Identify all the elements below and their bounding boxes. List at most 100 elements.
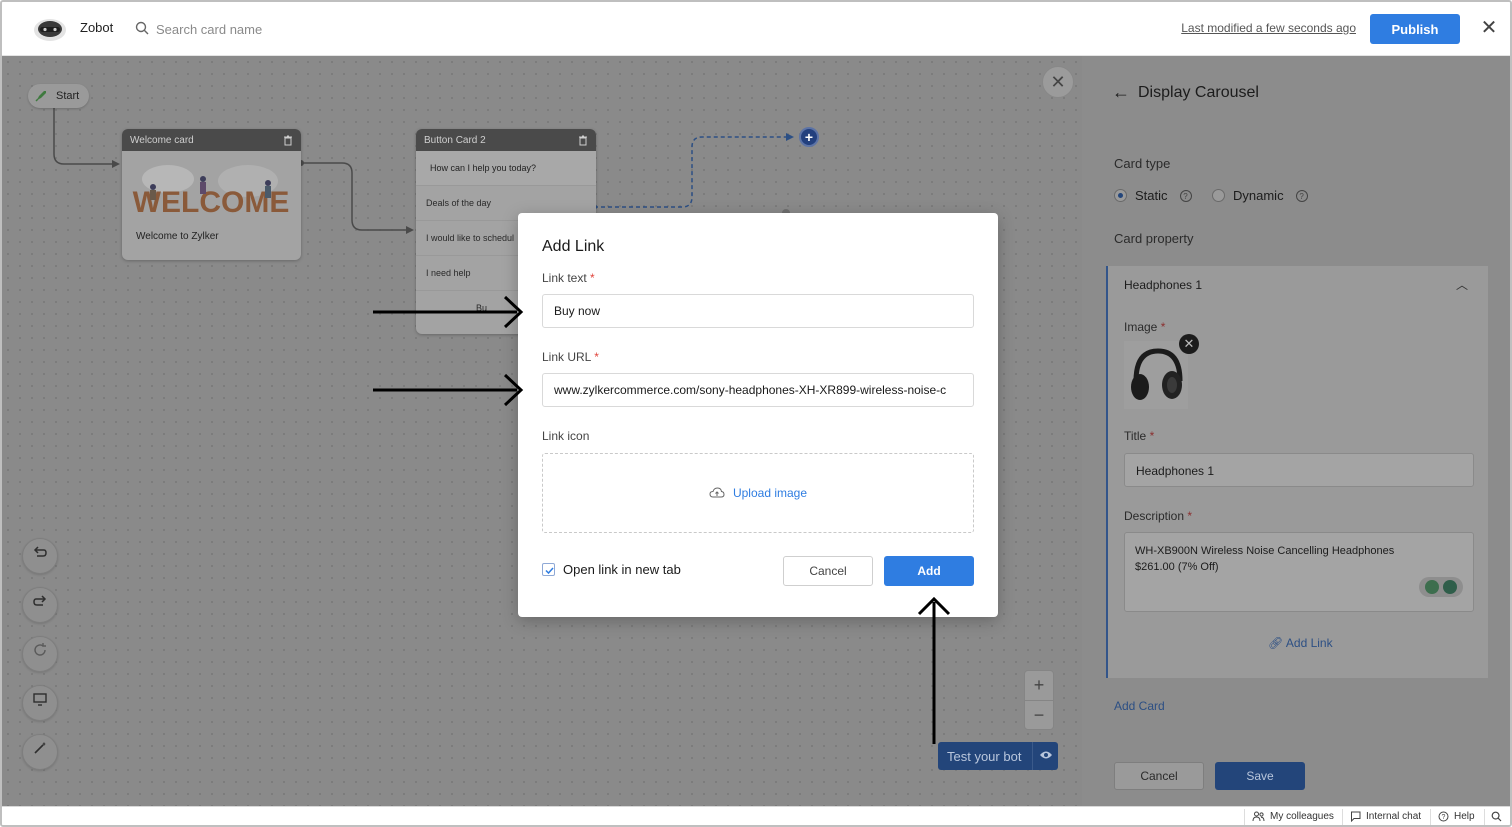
test-bot-label: Test your bot	[947, 748, 1022, 764]
title-field[interactable]: Headphones 1	[1124, 453, 1474, 487]
search-icon[interactable]	[135, 21, 149, 35]
description-field[interactable]: WH-XB900N Wireless Noise Cancelling Head…	[1124, 532, 1474, 612]
grammar-extension-icon[interactable]	[1419, 577, 1463, 597]
description-label-text: Description	[1124, 509, 1185, 523]
button-card-footer-text: Bu	[476, 303, 488, 313]
radio-static[interactable]: Static ?	[1114, 188, 1192, 203]
eye-icon[interactable]	[1032, 742, 1058, 770]
my-colleagues-button[interactable]: My colleagues	[1252, 811, 1334, 822]
publish-button[interactable]: Publish	[1370, 14, 1460, 44]
divider	[1342, 809, 1343, 825]
zobot-logo-icon	[34, 19, 66, 41]
upload-image-dropzone[interactable]: Upload image	[542, 453, 974, 533]
help-button[interactable]: ? Help	[1438, 811, 1475, 822]
open-new-tab-option[interactable]: Open link in new tab	[542, 562, 681, 577]
headphone-image[interactable]	[1124, 341, 1188, 409]
svg-text:?: ?	[1442, 814, 1446, 821]
back-arrow-icon[interactable]: ←	[1112, 82, 1130, 103]
panel-cancel-button[interactable]: Cancel	[1114, 762, 1204, 790]
canvas-close-icon[interactable]: ✕	[1042, 66, 1074, 98]
zoom-controls: + −	[1024, 670, 1054, 730]
dialog-title: Add Link	[542, 238, 605, 255]
image-label-text: Image	[1124, 320, 1158, 334]
last-modified-link[interactable]: Last modified a few seconds ago	[1181, 21, 1356, 35]
link-text-label: Link text *	[542, 271, 595, 285]
card-type-label: Card type	[1114, 156, 1171, 171]
image-label: Image *	[1124, 320, 1165, 334]
chevron-up-icon[interactable]: ︿	[1456, 276, 1468, 293]
link-url-label: Link URL *	[542, 350, 599, 364]
internal-chat-button[interactable]: Internal chat	[1350, 811, 1421, 822]
remove-image-icon[interactable]: ✕	[1179, 334, 1199, 354]
required-mark: *	[1160, 320, 1166, 334]
node-header: Button Card 2	[416, 129, 596, 151]
dialog-add-button[interactable]: Add	[884, 556, 974, 586]
node-title: Welcome card	[130, 134, 194, 146]
link-icon-label: Link icon	[542, 429, 590, 443]
description-line: WH-XB900N Wireless Noise Cancelling Head…	[1135, 545, 1395, 557]
monitor-icon[interactable]	[22, 685, 58, 721]
title-label: Title *	[1124, 429, 1154, 443]
trash-icon[interactable]	[283, 135, 293, 146]
link-url-input[interactable]	[542, 373, 974, 407]
welcome-card-node[interactable]: Welcome card WELCOME Welcome to Zylker	[122, 129, 301, 260]
zoom-in-icon[interactable]: +	[1025, 671, 1053, 700]
redo-icon[interactable]	[22, 587, 58, 623]
link-url-label-text: Link URL	[542, 350, 591, 364]
status-bar: My colleagues Internal chat ? Help	[2, 806, 1510, 825]
add-link-label: Add Link	[1285, 636, 1333, 650]
node-header: Welcome card	[122, 129, 301, 151]
required-mark: *	[1149, 429, 1155, 443]
upload-image-label[interactable]: Upload image	[733, 486, 807, 500]
people-icon	[1252, 811, 1265, 822]
undo-icon[interactable]	[22, 538, 58, 574]
panel-save-button[interactable]: Save	[1215, 762, 1305, 790]
add-node-icon[interactable]: +	[799, 127, 819, 147]
test-bot-button[interactable]: Test your bot	[938, 742, 1058, 770]
start-node[interactable]: Start	[28, 84, 90, 108]
card-name[interactable]: Headphones 1	[1124, 278, 1202, 292]
add-card-link[interactable]: Add Card	[1114, 699, 1165, 713]
footer-search-icon[interactable]	[1491, 811, 1502, 822]
help-label: Help	[1454, 811, 1475, 822]
zoom-out-icon[interactable]: −	[1025, 700, 1053, 729]
help-icon[interactable]: ?	[1179, 189, 1192, 202]
my-colleagues-label: My colleagues	[1270, 811, 1334, 822]
close-icon[interactable]: ✕	[1478, 17, 1500, 39]
search-input[interactable]	[156, 19, 396, 39]
help-icon[interactable]: ?	[1295, 189, 1308, 202]
radio-dynamic[interactable]: Dynamic ?	[1212, 188, 1308, 203]
dialog-cancel-button[interactable]: Cancel	[783, 556, 873, 586]
magic-wand-icon[interactable]	[22, 734, 58, 770]
radio-static-label: Static	[1135, 188, 1168, 203]
link-text-input[interactable]	[542, 294, 974, 328]
welcome-caption: Welcome to Zylker	[136, 231, 219, 242]
link-text-label-text: Link text	[542, 271, 587, 285]
radio-dynamic-dot[interactable]	[1212, 189, 1225, 202]
radio-dynamic-label: Dynamic	[1233, 188, 1284, 203]
open-new-tab-checkbox[interactable]	[542, 563, 555, 576]
cloud-upload-icon	[709, 487, 725, 498]
app-name: Zobot	[80, 20, 114, 35]
divider	[1430, 809, 1431, 825]
add-link-button[interactable]: 🔗︎ Add Link	[1268, 636, 1333, 650]
rocket-icon	[35, 91, 46, 102]
description-label: Description *	[1124, 509, 1192, 523]
node-title: Button Card 2	[424, 134, 486, 146]
top-bar: Zobot Last modified a few seconds ago Pu…	[2, 2, 1510, 56]
description-line: $261.00 (7% Off)	[1135, 561, 1219, 573]
required-mark: *	[594, 350, 599, 364]
start-label: Start	[56, 90, 80, 102]
card-property-label: Card property	[1114, 231, 1194, 246]
app-window: Zobot Last modified a few seconds ago Pu…	[0, 0, 1512, 827]
internal-chat-label: Internal chat	[1366, 811, 1422, 822]
button-card-question: How can I help you today?	[416, 151, 596, 186]
radio-static-dot[interactable]	[1114, 189, 1127, 202]
title-label-text: Title	[1124, 429, 1147, 443]
required-mark: *	[590, 271, 595, 285]
open-new-tab-label: Open link in new tab	[563, 562, 681, 577]
panel-title: ← Display Carousel	[1112, 82, 1259, 103]
divider	[1484, 809, 1485, 825]
trash-icon[interactable]	[578, 135, 588, 146]
refresh-icon[interactable]	[22, 636, 58, 672]
